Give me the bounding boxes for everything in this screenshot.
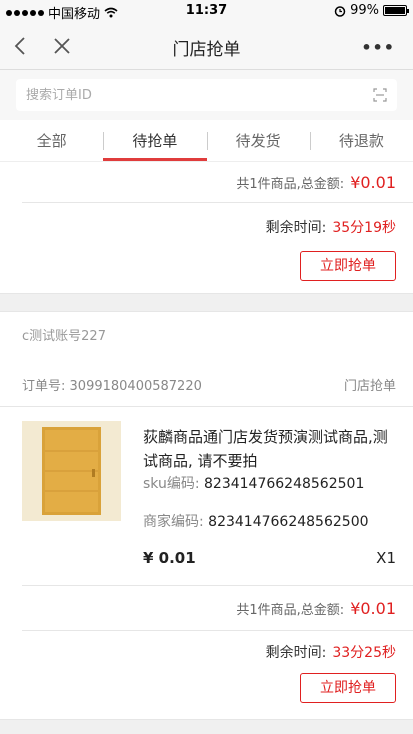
total-label: 共1件商品,总金额: [236,602,345,618]
order-type: 门店抢单 [343,378,396,394]
sku-row: sku编码: 823414766248562501 [143,473,364,493]
order-card: c测试账号227 订单号: 3099180400587220 门店抢单 荻麟商品… [0,312,413,719]
more-menu-button[interactable]: ••• [361,38,395,57]
search-input[interactable] [26,79,356,111]
card-gap [0,293,413,312]
search-box [16,79,397,111]
grab-order-button[interactable]: 立即抢单 [300,673,396,703]
card-gap [0,719,413,734]
tab-pending-refund[interactable]: 待退款 [309,120,413,161]
remain-label: 剩余时间: [265,220,327,236]
order-number-label: 订单号: [22,378,66,394]
order-tabs: 全部 待抢单 待发货 待退款 [0,120,413,162]
merchant-code: 823414766248562500 [208,514,369,530]
nav-bar: 门店抢单 ••• [0,22,413,70]
buyer-account: c测试账号227 [22,329,106,344]
sku-code: 823414766248562501 [204,476,365,492]
action-row: 立即抢单 [0,251,413,293]
merchant-code-row: 商家编码: 823414766248562500 [143,511,369,531]
order-number: 3099180400587220 [69,378,202,394]
tab-all[interactable]: 全部 [0,120,103,161]
status-bar: 中国移动 11:37 99% [0,0,413,22]
total-label: 共1件商品,总金额: [236,176,345,192]
order-card: 共1件商品,总金额: ¥0.01 剩余时间: 35分19秒 立即抢单 [0,162,413,293]
product-name: 荻麟商品通门店发货预演测试商品,测试商品, 请不要拍 [143,428,388,470]
scan-icon[interactable] [373,88,387,102]
remaining-time: 剩余时间: 33分25秒 [0,631,413,673]
total-amount: ¥0.01 [350,598,396,618]
remain-time: 35分19秒 [332,220,396,236]
order-list: 共1件商品,总金额: ¥0.01 剩余时间: 35分19秒 立即抢单 c测试账号… [0,162,413,734]
alarm-icon [334,5,346,17]
sku-label: sku编码: [143,476,200,492]
search-bar [0,70,413,120]
battery-icon [383,5,409,16]
grab-order-button[interactable]: 立即抢单 [300,251,396,281]
remain-time: 33分25秒 [332,645,396,661]
page-title: 门店抢单 [172,40,241,60]
product-price: ¥ 0.01 [143,549,196,567]
action-row: 立即抢单 [0,673,413,719]
merchant-code-label: 商家编码: [143,514,204,530]
tab-pending-grab[interactable]: 待抢单 [103,120,207,161]
order-total: 共1件商品,总金额: ¥0.01 [0,586,413,630]
battery-percent: 99% [350,3,379,18]
product-thumbnail [22,421,121,521]
total-amount: ¥0.01 [350,172,396,192]
remain-label: 剩余时间: [265,645,327,661]
order-total: 共1件商品,总金额: ¥0.01 [0,162,413,202]
remaining-time: 剩余时间: 35分19秒 [0,203,413,251]
product-item[interactable]: 荻麟商品通门店发货预演测试商品,测试商品, 请不要拍 sku编码: 823414… [0,407,413,585]
product-quantity: X1 [376,549,396,567]
tab-pending-ship[interactable]: 待发货 [206,120,310,161]
order-number-row: 订单号: 3099180400587220 门店抢单 [0,362,413,406]
